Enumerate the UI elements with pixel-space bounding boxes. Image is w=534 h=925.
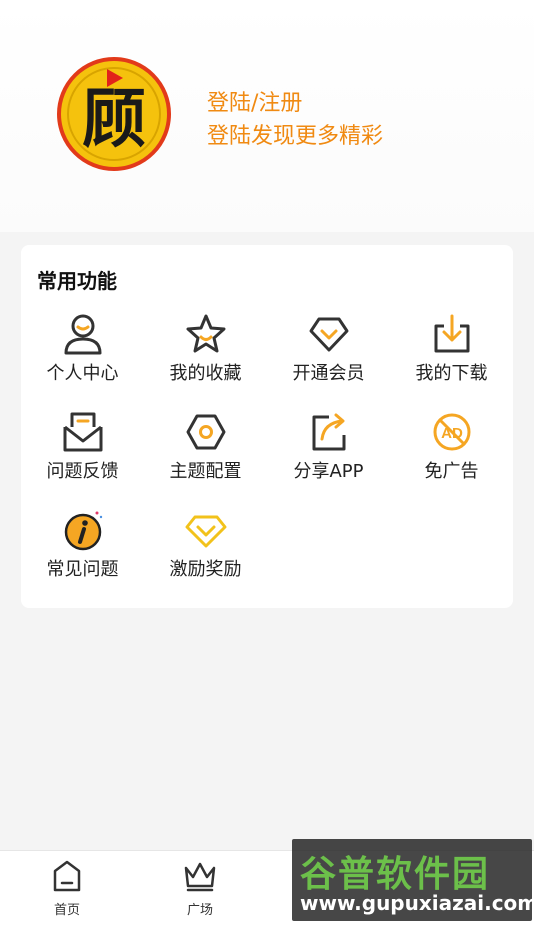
nav-label: 广场 xyxy=(186,903,213,918)
function-label: 我的收藏 xyxy=(169,363,242,384)
login-subtitle: 登陆发现更多精彩 xyxy=(207,124,384,149)
common-functions-card: 常用功能 个人中心 我的收藏 开通会员 我的下载 问题反馈 主题配置 分享APP… xyxy=(21,245,513,608)
user-icon xyxy=(64,314,101,355)
function-label: 主题配置 xyxy=(169,461,242,482)
card-title: 常用功能 xyxy=(37,269,117,293)
home-icon xyxy=(53,860,81,892)
vip-diamond-icon xyxy=(309,317,348,352)
star-icon xyxy=(186,314,225,353)
no-ad-icon: AD xyxy=(433,413,470,451)
svg-text:AD: AD xyxy=(441,425,463,442)
function-my-favorites[interactable]: 我的收藏 xyxy=(144,313,267,405)
avatar[interactable]: 顾 xyxy=(57,57,171,171)
function-open-vip[interactable]: 开通会员 xyxy=(267,313,390,405)
reward-diamond-icon xyxy=(185,515,226,548)
function-theme-settings[interactable]: 主题配置 xyxy=(144,411,267,503)
function-share-app[interactable]: 分享APP xyxy=(267,411,390,503)
function-label: 个人中心 xyxy=(46,363,119,384)
function-label: 问题反馈 xyxy=(46,461,119,482)
function-label: 我的下载 xyxy=(415,363,488,384)
watermark-url: www.gupuxiazai.com xyxy=(300,891,534,915)
function-my-downloads[interactable]: 我的下载 xyxy=(390,313,513,405)
nav-item-home[interactable]: 首页 xyxy=(27,859,107,921)
nav-label: 首页 xyxy=(53,903,80,918)
function-personal-center[interactable]: 个人中心 xyxy=(21,313,144,405)
function-label: 开通会员 xyxy=(292,363,365,384)
hexagon-settings-icon xyxy=(186,414,225,450)
function-feedback[interactable]: 问题反馈 xyxy=(21,411,144,503)
envelope-icon xyxy=(63,412,102,452)
share-icon xyxy=(312,413,345,451)
function-no-ads[interactable]: AD 免广告 xyxy=(390,411,513,503)
function-label: 分享APP xyxy=(293,461,364,482)
profile-page: 顾 登陆/注册 登陆发现更多精彩 常用功能 个人中心 我的收藏 开通会员 我的下… xyxy=(0,0,534,925)
function-incentive-reward[interactable]: 激励奖励 xyxy=(144,509,267,601)
profile-header[interactable]: 顾 登陆/注册 登陆发现更多精彩 xyxy=(0,0,534,232)
crown-icon xyxy=(184,862,216,892)
avatar-logo-glyph: 顾 xyxy=(82,82,146,157)
function-label: 常见问题 xyxy=(46,559,119,580)
watermark-title: 谷普软件园 xyxy=(300,854,491,895)
download-icon xyxy=(434,314,469,353)
function-label: 免广告 xyxy=(424,461,479,482)
watermark-overlay: 谷普软件园 www.gupuxiazai.com xyxy=(292,839,534,921)
nav-item-square[interactable]: 广场 xyxy=(160,859,240,921)
function-label: 激励奖励 xyxy=(169,559,242,580)
info-icon xyxy=(64,511,102,551)
login-register-link[interactable]: 登陆/注册 xyxy=(207,85,302,117)
function-faq[interactable]: 常见问题 xyxy=(21,509,144,601)
